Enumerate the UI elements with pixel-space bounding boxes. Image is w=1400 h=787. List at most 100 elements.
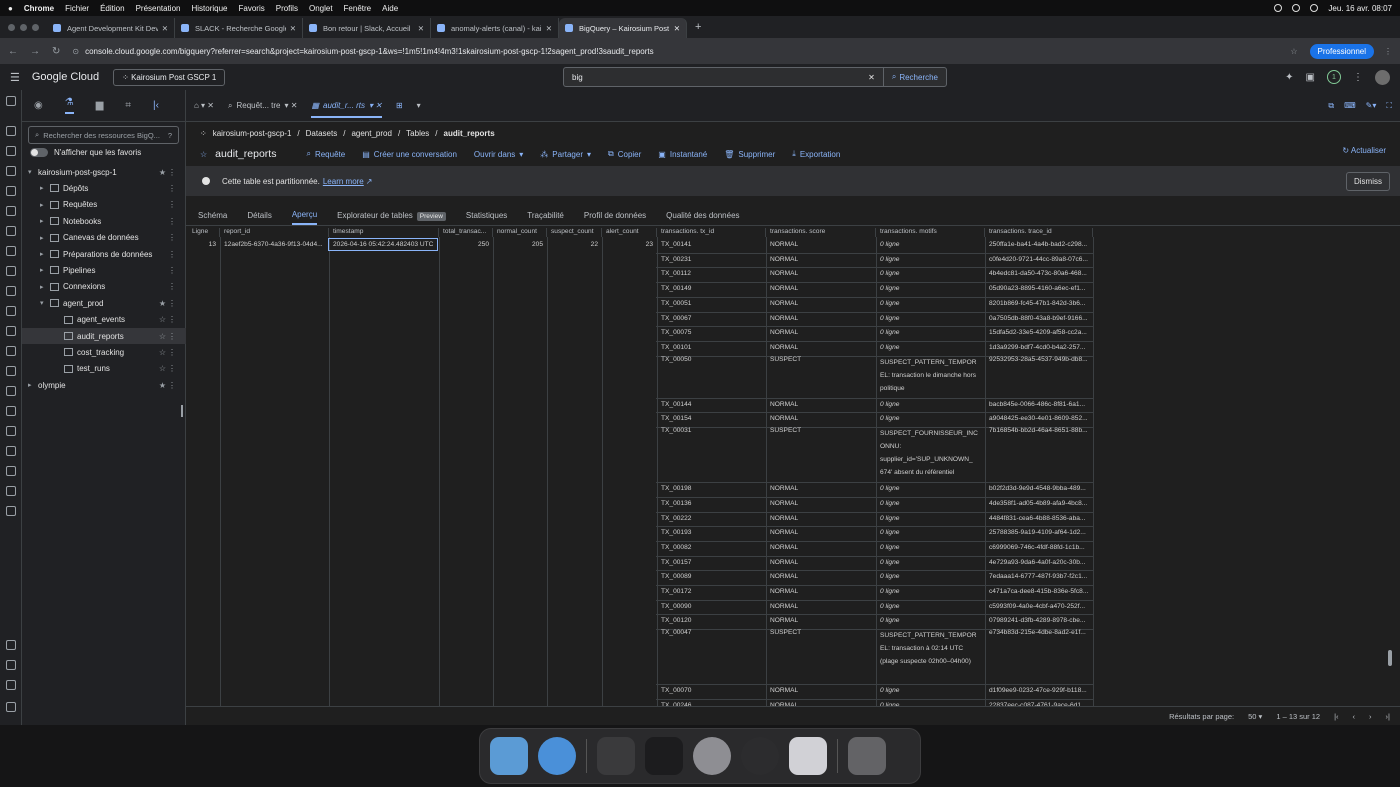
subtab[interactable]: Statistiques: [466, 207, 507, 224]
cell-motifs[interactable]: 0 ligne: [880, 588, 981, 595]
claude-icon[interactable]: [645, 737, 683, 775]
kebab-menu-icon[interactable]: ⋮: [168, 217, 176, 226]
chevron-down-icon[interactable]: ▾: [40, 299, 50, 307]
cell-tx[interactable]: TX_00070: [661, 687, 762, 694]
cell-score[interactable]: NORMAL: [770, 300, 872, 307]
trash-icon[interactable]: [848, 737, 886, 775]
rail-product-icon[interactable]: [6, 96, 16, 106]
cell-trace[interactable]: e734b83d-215e-4dbe-8ad2-e1f...: [989, 629, 1089, 636]
browser-tab[interactable]: SLACK - Recherche Google ✕: [175, 18, 303, 38]
cell-score[interactable]: NORMAL: [770, 588, 872, 595]
subtab[interactable]: Aperçu: [291, 206, 318, 225]
rail-product-icon[interactable]: [6, 146, 16, 156]
kebab-menu-icon[interactable]: ⋮: [168, 381, 176, 390]
cell-motifs[interactable]: SUSPECT_FOURNISSEUR_INC ONNU: supplier_i…: [880, 427, 981, 479]
cell-tx[interactable]: TX_00193: [661, 529, 762, 536]
next-page-icon[interactable]: ›: [1369, 712, 1372, 721]
cell-trace[interactable]: 4b4edc81-da50-473c-80a6-468...: [989, 270, 1089, 277]
kebab-menu-icon[interactable]: ⋮: [168, 184, 176, 193]
cell-trace[interactable]: c471a7ca-dee8-415b-836e-5fc8...: [989, 588, 1089, 595]
rail-product-icon[interactable]: [6, 466, 16, 476]
cell-tx[interactable]: TX_00050: [661, 356, 762, 363]
star-icon[interactable]: ☆: [200, 150, 207, 159]
rail-product-icon[interactable]: [6, 680, 16, 690]
cell-motifs[interactable]: 0 ligne: [880, 415, 981, 422]
action-button[interactable]: ▣ Instantané: [658, 149, 707, 159]
breadcrumb-item[interactable]: Datasets: [306, 129, 338, 138]
cell-motifs[interactable]: 0 ligne: [880, 485, 981, 492]
hamburger-menu-icon[interactable]: ☰: [10, 71, 20, 84]
chevron-right-icon[interactable]: ▸: [40, 283, 50, 291]
tree-item[interactable]: ▸ Pipelines ⋮: [22, 262, 186, 278]
cell-score[interactable]: NORMAL: [770, 315, 872, 322]
cell-total[interactable]: 250: [443, 241, 489, 248]
chevron-right-icon[interactable]: ▸: [40, 217, 50, 225]
cell-tx[interactable]: TX_00157: [661, 559, 762, 566]
explorer-tab-icon[interactable]: ⚗: [64, 97, 74, 114]
history-icon[interactable]: ⌗: [125, 100, 131, 111]
cell-score[interactable]: SUSPECT: [770, 356, 872, 363]
cell-score[interactable]: NORMAL: [770, 401, 872, 408]
star-icon[interactable]: ☆: [159, 348, 166, 357]
tree-item[interactable]: ▸ Préparations de données ⋮: [22, 246, 186, 262]
cell-trace[interactable]: 15dfa5d2-33e5-4209-af58-cc2a...: [989, 329, 1089, 336]
browser-tab[interactable]: Agent Development Kit Dev U ✕: [47, 18, 175, 38]
tools-icon[interactable]: ✎▾: [1366, 101, 1377, 111]
star-icon[interactable]: ☆: [159, 364, 166, 373]
cell-tx[interactable]: TX_00051: [661, 300, 762, 307]
cell-score[interactable]: NORMAL: [770, 256, 872, 263]
forward-icon[interactable]: →: [30, 46, 40, 57]
rail-product-icon[interactable]: [6, 326, 16, 336]
last-page-icon[interactable]: ›|: [1386, 712, 1390, 721]
cell-trace[interactable]: 92532953-28a5-4537-949b-db8...: [989, 356, 1089, 363]
tree-item[interactable]: agent_events ☆ ⋮: [22, 312, 186, 328]
close-tab-icon[interactable]: ✕: [674, 24, 680, 33]
chevron-right-icon[interactable]: ▸: [40, 266, 50, 274]
cell-tx[interactable]: TX_00112: [661, 270, 762, 277]
cell-motifs[interactable]: 0 ligne: [880, 559, 981, 566]
rail-product-icon[interactable]: [6, 446, 16, 456]
cell-score[interactable]: NORMAL: [770, 617, 872, 624]
cell-trace[interactable]: 7edaaa14-6777-487f-93b7-f2c1...: [989, 573, 1089, 580]
column-header[interactable]: alert_count: [602, 228, 657, 237]
star-icon[interactable]: ☆: [159, 332, 166, 341]
cell-tx[interactable]: TX_00067: [661, 315, 762, 322]
cell-tx[interactable]: TX_00089: [661, 573, 762, 580]
cell-score[interactable]: NORMAL: [770, 241, 872, 248]
action-button[interactable]: Ouvrir dans ▾: [474, 149, 523, 159]
cell-tx[interactable]: TX_00075: [661, 329, 762, 336]
gemini-icon[interactable]: ✦: [1285, 72, 1293, 83]
close-window-button[interactable]: [8, 24, 15, 31]
star-icon[interactable]: ☆: [159, 315, 166, 324]
tab-query[interactable]: ⌕ Requêt... tre ▾ ✕: [228, 101, 297, 111]
kebab-menu-icon[interactable]: ⋮: [168, 200, 176, 209]
cell-motifs[interactable]: 0 ligne: [880, 329, 981, 336]
box-icon[interactable]: [789, 737, 827, 775]
tab-menu-icon[interactable]: ▾: [417, 101, 421, 110]
cell-motifs[interactable]: 0 ligne: [880, 300, 981, 307]
rail-product-icon[interactable]: [6, 506, 16, 516]
page-size-select[interactable]: 50 ▾: [1248, 712, 1262, 721]
cell-ligne[interactable]: 13: [192, 241, 216, 248]
close-tab-icon[interactable]: ✕: [546, 24, 552, 33]
cell-normal[interactable]: 205: [497, 241, 543, 248]
subtab[interactable]: Détails: [247, 207, 271, 224]
kebab-menu-icon[interactable]: ⋮: [168, 348, 176, 357]
star-icon[interactable]: ★: [159, 168, 166, 177]
cell-motifs[interactable]: 0 ligne: [880, 573, 981, 580]
cell-score[interactable]: NORMAL: [770, 515, 872, 522]
cell-score[interactable]: NORMAL: [770, 485, 872, 492]
tree-item[interactable]: ▸ Dépôts ⋮: [22, 180, 186, 196]
gcloud-logo[interactable]: Google Cloud: [32, 71, 99, 83]
safari-icon[interactable]: [538, 737, 576, 775]
learn-more-link[interactable]: Learn more: [323, 177, 364, 186]
avatar[interactable]: [1375, 69, 1390, 85]
column-header[interactable]: normal_count: [493, 228, 547, 237]
star-icon[interactable]: ★: [159, 381, 166, 390]
menu-item[interactable]: Onglet: [309, 4, 333, 13]
chevron-right-icon[interactable]: ▸: [40, 201, 50, 209]
cell-trace[interactable]: d1f09ee9-0232-47ce-929f-b118...: [989, 687, 1089, 694]
close-tab-icon[interactable]: ✕: [418, 24, 424, 33]
tree-item[interactable]: ▸ Canevas de données ⋮: [22, 230, 186, 246]
prev-page-icon[interactable]: ‹: [1353, 712, 1356, 721]
